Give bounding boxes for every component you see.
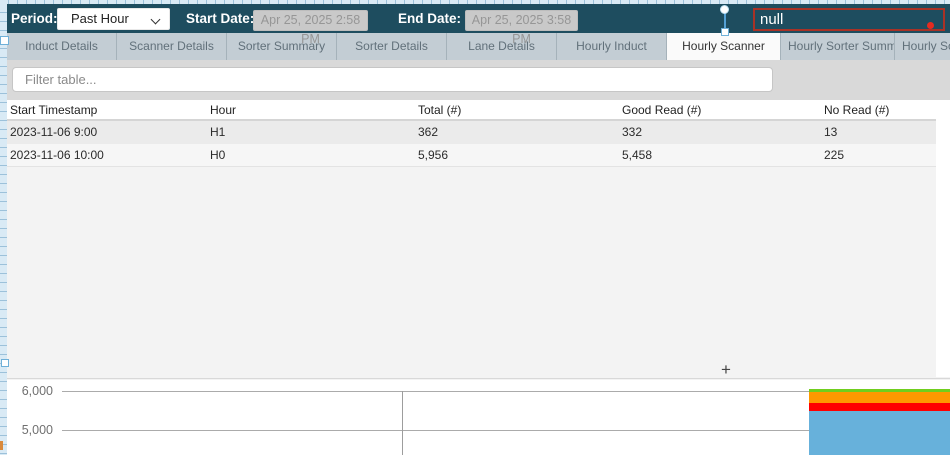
start-date-field[interactable]: Apr 25, 2025 2:58 PM [253, 10, 368, 31]
panel-divider [7, 378, 950, 379]
cell-hour: H1 [210, 121, 418, 144]
period-label: Period: [11, 4, 58, 33]
tab-sorter-details[interactable]: Sorter Details [337, 33, 447, 60]
tab-scanner-details[interactable]: Scanner Details [117, 33, 227, 60]
table-scrollbar[interactable] [936, 100, 950, 377]
bar-segment-orange [809, 392, 950, 403]
tab-induct-details[interactable]: Induct Details [7, 33, 117, 60]
y-axis-tick-6000: 6,000 [7, 384, 53, 398]
cell-start-timestamp: 2023-11-06 10:00 [10, 144, 210, 167]
category-divider-line [402, 391, 403, 455]
toolbar: Period: Past Hour Start Date: Apr 25, 20… [7, 4, 950, 33]
plus-icon[interactable]: + [716, 360, 736, 380]
period-dropdown-value: Past Hour [71, 11, 129, 26]
end-date-field[interactable]: Apr 25, 2025 3:58 PM [465, 10, 578, 31]
ruler-marker [0, 441, 3, 450]
hourly-scanner-chart: 6,000 5,000 [7, 380, 950, 455]
hourly-scanner-table: Start Timestamp Hour Total (#) Good Read… [7, 100, 950, 377]
cell-good-read: 5,458 [622, 144, 824, 167]
cell-good-read: 332 [622, 121, 824, 144]
tab-sorter-summary[interactable]: Sorter Summary [227, 33, 337, 60]
filter-table-input[interactable] [12, 67, 773, 92]
left-ruler [0, 4, 7, 455]
cell-start-timestamp: 2023-11-06 9:00 [10, 121, 210, 144]
end-date-label: End Date: [398, 4, 461, 33]
cell-total: 362 [418, 121, 622, 144]
table-row[interactable]: 2023-11-06 10:00 H0 5,956 5,458 225 [7, 144, 950, 167]
red-dot-icon [927, 22, 934, 29]
cell-hour: H0 [210, 144, 418, 167]
tab-hourly-scanner[interactable]: Hourly Scanner [667, 33, 781, 60]
column-header-no-read[interactable]: No Read (#) [824, 100, 950, 121]
cell-no-read: 13 [824, 121, 950, 144]
column-header-hour[interactable]: Hour [210, 100, 418, 121]
table-header-row: Start Timestamp Hour Total (#) Good Read… [7, 100, 950, 121]
null-value-component[interactable]: null [753, 8, 945, 31]
tab-bar: Induct Details Scanner Details Sorter Su… [7, 33, 950, 60]
column-header-good-read[interactable]: Good Read (#) [622, 100, 824, 121]
cell-total: 5,956 [418, 144, 622, 167]
y-axis-tick-5000: 5,000 [7, 423, 53, 437]
column-header-total[interactable]: Total (#) [418, 100, 622, 121]
table-row[interactable]: 2023-11-06 9:00 H1 362 332 13 [7, 121, 950, 144]
designer-canvas: Period: Past Hour Start Date: Apr 25, 20… [0, 0, 950, 455]
start-date-label: Start Date: [186, 4, 254, 33]
bar-segment-good-read [809, 411, 950, 455]
period-dropdown[interactable]: Past Hour [57, 8, 170, 30]
cell-no-read: 225 [824, 144, 950, 167]
bar-segment-no-read [809, 403, 950, 411]
column-header-start-timestamp[interactable]: Start Timestamp [10, 100, 210, 121]
null-value-text: null [760, 11, 783, 28]
tab-hourly-induct[interactable]: Hourly Induct [557, 33, 667, 60]
filter-band [7, 60, 950, 100]
selection-handle-left-bottom[interactable] [1, 359, 9, 367]
tab-hourly-sorter-summary[interactable]: Hourly Sorter Summar [781, 33, 895, 60]
selection-handle[interactable] [721, 28, 729, 36]
tab-hourly-sorter-details[interactable]: Hourly Sort [895, 33, 950, 60]
tab-lane-details[interactable]: Lane Details [447, 33, 557, 60]
chevron-down-icon [152, 16, 160, 24]
selection-anchor-circle[interactable] [720, 5, 729, 14]
selection-handle-left-top[interactable] [0, 36, 9, 45]
